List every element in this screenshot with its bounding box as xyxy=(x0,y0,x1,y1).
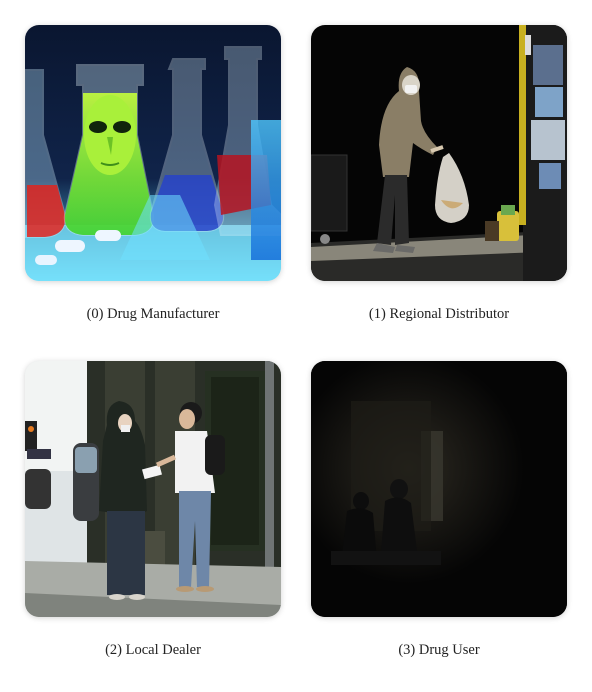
panel-drug-manufacturer: (0) Drug Manufacturer xyxy=(25,25,281,322)
panel-caption: (0) Drug Manufacturer xyxy=(86,306,220,322)
image-grid: (0) Drug Manufacturer (1) Regional Distr… xyxy=(0,0,592,692)
lab-flasks-image xyxy=(25,25,281,281)
panel-drug-user: (3) Drug User xyxy=(311,361,567,658)
panel-caption: (2) Local Dealer xyxy=(105,642,201,658)
panel-caption: (3) Drug User xyxy=(398,642,480,658)
panel-regional-distributor: (1) Regional Distributor xyxy=(311,25,567,322)
panel-local-dealer: (2) Local Dealer xyxy=(25,361,281,658)
dark-room-silhouette-image xyxy=(311,361,567,617)
street-conversation-image xyxy=(25,361,281,617)
hooded-figure-image xyxy=(311,25,567,281)
panel-caption: (1) Regional Distributor xyxy=(368,306,510,322)
